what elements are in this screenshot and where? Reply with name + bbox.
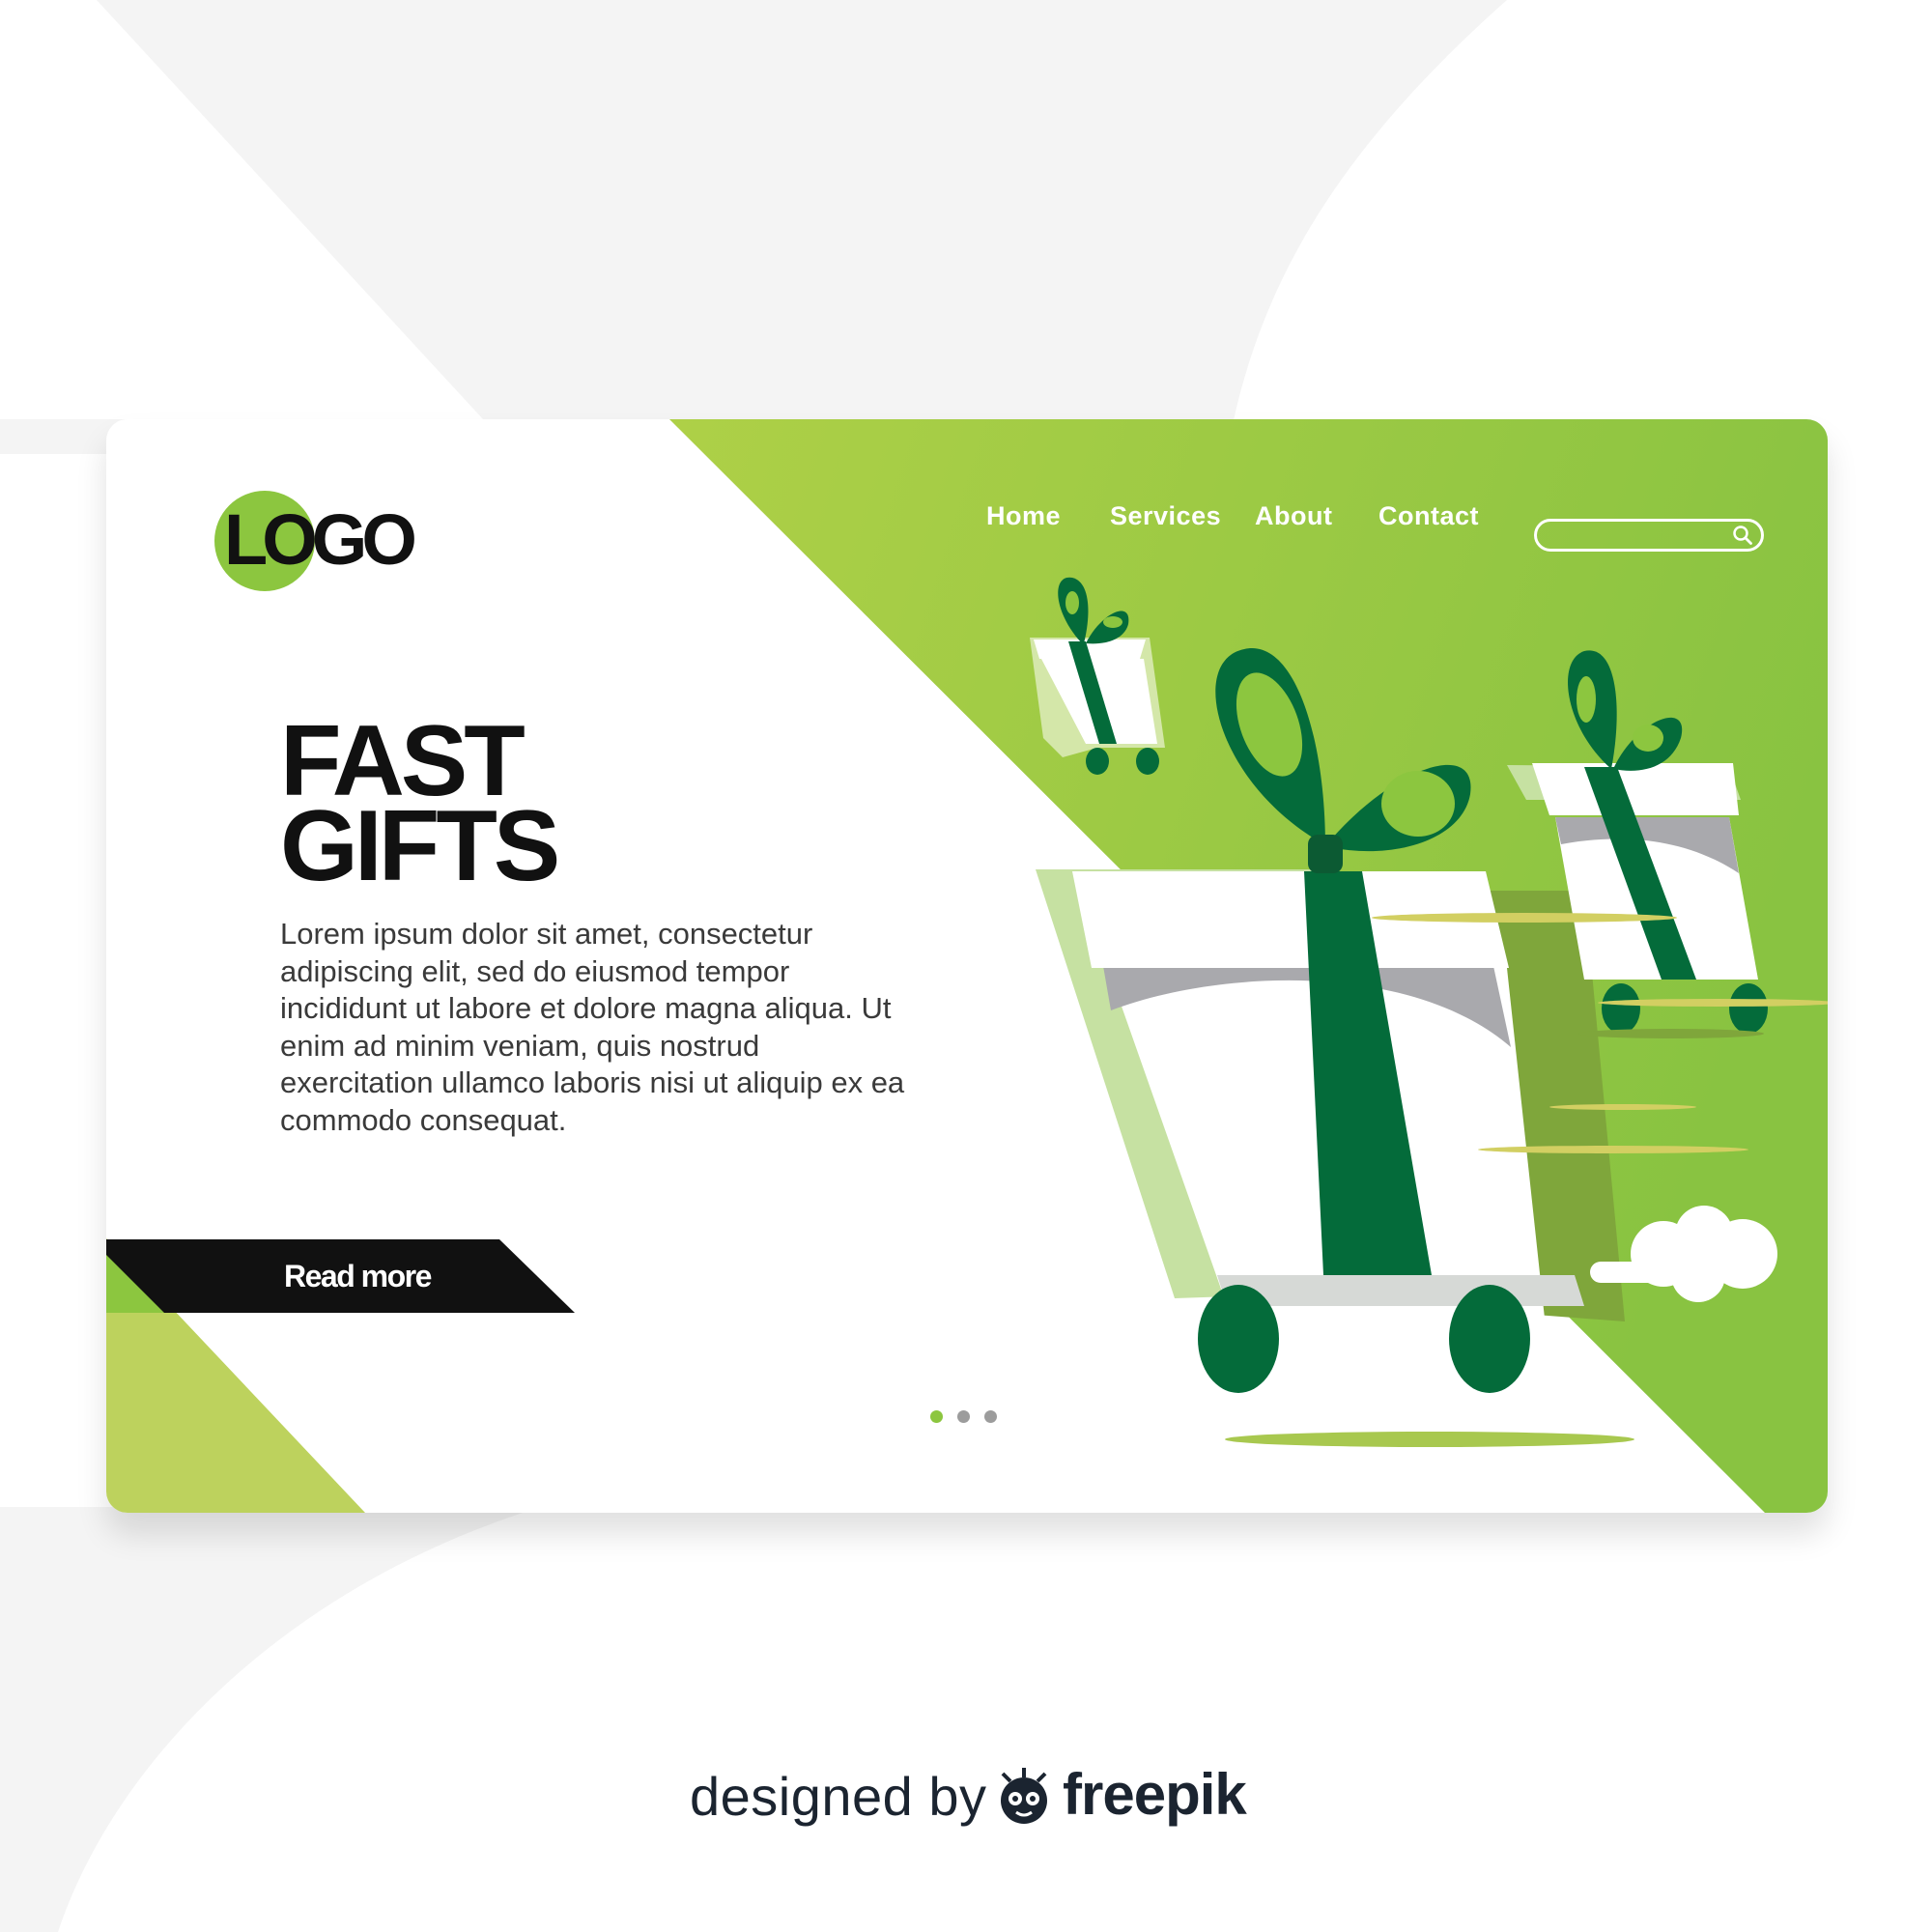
nav-contact[interactable]: Contact bbox=[1378, 498, 1479, 533]
nav-services[interactable]: Services bbox=[1110, 498, 1221, 533]
attribution-brand[interactable]: freepik bbox=[1063, 1756, 1247, 1833]
carousel-dot-1[interactable] bbox=[930, 1410, 943, 1423]
hero-body: Lorem ipsum dolor sit amet, consectetur … bbox=[280, 917, 905, 1137]
search-input[interactable] bbox=[1548, 524, 1726, 549]
read-more-button[interactable]: Read more bbox=[106, 1239, 575, 1313]
logo[interactable]: LOGO bbox=[214, 487, 437, 593]
nav-about[interactable]: About bbox=[1255, 498, 1332, 533]
freepik-logo-icon bbox=[1001, 1768, 1047, 1824]
read-more-label: Read more bbox=[284, 1259, 432, 1293]
carousel-dot-2[interactable] bbox=[957, 1410, 970, 1423]
nav-home[interactable]: Home bbox=[986, 498, 1061, 533]
logo-text: LOGO bbox=[224, 499, 417, 580]
attribution-prefix: designed by bbox=[690, 1766, 987, 1827]
carousel-dots bbox=[930, 1410, 1008, 1426]
search-box bbox=[1534, 519, 1764, 552]
hero-title-line2: GIFTS bbox=[280, 790, 560, 902]
hero-title: FAST GIFTS bbox=[280, 711, 686, 902]
search-icon[interactable] bbox=[1732, 525, 1753, 546]
carousel-dot-3[interactable] bbox=[984, 1410, 997, 1423]
landing-card: LOGO Home Services About Contact FAST GI… bbox=[106, 419, 1828, 1513]
attribution: designed by freepik bbox=[690, 1758, 1269, 1835]
